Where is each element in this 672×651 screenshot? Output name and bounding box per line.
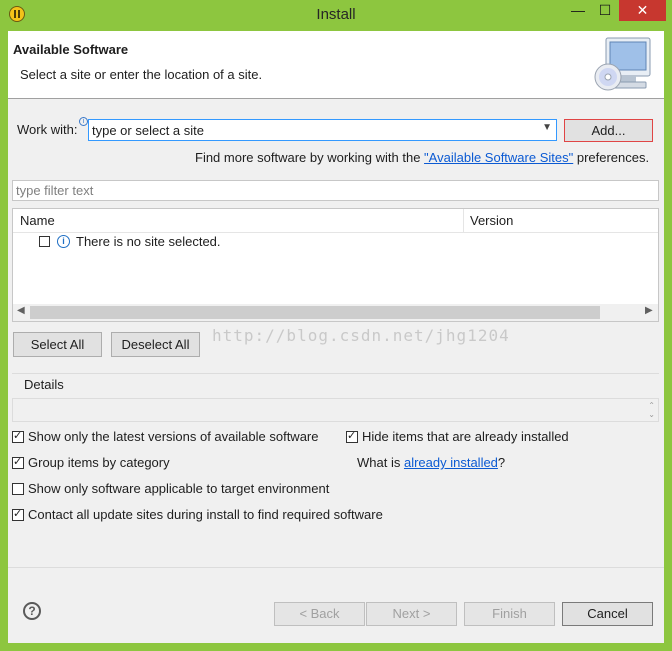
- work-with-label: Work with:: [17, 122, 78, 137]
- already-installed-link[interactable]: already installed: [404, 455, 498, 470]
- target-environment-checkbox[interactable]: [12, 483, 24, 495]
- details-textbox[interactable]: ⌃ ⌄: [12, 398, 659, 422]
- select-all-button[interactable]: Select All: [13, 332, 102, 357]
- what-is-installed-text: What is already installed?: [357, 455, 505, 470]
- install-cd-monitor-icon: [594, 37, 651, 91]
- back-button[interactable]: < Back: [274, 602, 365, 626]
- next-button[interactable]: Next >: [366, 602, 457, 626]
- work-with-combo[interactable]: type or select a site ▼: [88, 119, 557, 141]
- row-text: There is no site selected.: [76, 234, 221, 249]
- add-site-button[interactable]: Add...: [564, 119, 653, 142]
- contact-update-sites-label[interactable]: Contact all update sites during install …: [28, 507, 383, 522]
- target-environment-label[interactable]: Show only software applicable to target …: [28, 481, 329, 496]
- horizontal-scrollbar[interactable]: ◀ ▶: [13, 304, 658, 321]
- find-more-prefix: Find more software by working with the: [195, 150, 425, 165]
- hide-installed-checkbox[interactable]: [346, 429, 358, 443]
- what-is-suffix: ?: [497, 455, 506, 470]
- details-label: Details: [21, 377, 67, 392]
- minimize-button[interactable]: —: [565, 0, 591, 21]
- hide-installed-label[interactable]: Hide items that are already installed: [362, 429, 569, 444]
- cancel-button[interactable]: Cancel: [562, 602, 653, 626]
- scroll-right-icon[interactable]: ▶: [645, 305, 653, 316]
- footer-divider: [8, 567, 664, 568]
- table-header: Name Version: [13, 209, 658, 233]
- wizard-banner: Available Software Select a site or ente…: [8, 31, 664, 99]
- filter-placeholder: type filter text: [16, 183, 94, 198]
- chevron-up-icon[interactable]: ⌃: [648, 401, 655, 410]
- page-description: Select a site or enter the location of a…: [20, 67, 263, 82]
- maximize-button[interactable]: ☐: [592, 0, 618, 21]
- deselect-all-button[interactable]: Deselect All: [111, 332, 200, 357]
- page-title: Available Software: [13, 42, 129, 57]
- watermark: http://blog.csdn.net/jhg1204: [212, 326, 510, 345]
- details-scroll[interactable]: ⌃ ⌄: [648, 401, 655, 419]
- work-with-value[interactable]: type or select a site: [92, 123, 204, 138]
- help-icon[interactable]: ?: [23, 602, 41, 620]
- dialog-client-area: Available Software Select a site or ente…: [8, 31, 664, 643]
- scroll-left-icon[interactable]: ◀: [17, 305, 25, 316]
- row-checkbox[interactable]: [39, 236, 50, 247]
- group-by-category-checkbox[interactable]: [12, 455, 24, 469]
- install-window: Install — ☐ ✕ Available Software Select …: [0, 0, 672, 651]
- finish-button[interactable]: Finish: [464, 602, 555, 626]
- contact-update-sites-checkbox[interactable]: [12, 507, 24, 521]
- filter-input[interactable]: type filter text: [12, 180, 659, 201]
- find-more-text: Find more software by working with the "…: [195, 150, 649, 165]
- close-button[interactable]: ✕: [619, 0, 666, 21]
- chevron-down-icon[interactable]: ▼: [542, 122, 552, 133]
- info-icon: i: [57, 235, 70, 248]
- scrollbar-thumb[interactable]: [30, 306, 600, 319]
- find-more-suffix: preferences.: [573, 150, 650, 165]
- info-icon: i: [79, 117, 88, 126]
- latest-versions-label[interactable]: Show only the latest versions of availab…: [28, 429, 319, 444]
- column-header-name[interactable]: Name: [20, 213, 55, 228]
- available-software-sites-link[interactable]: "Available Software Sites": [424, 150, 573, 165]
- title-bar[interactable]: Install — ☐ ✕: [0, 0, 672, 30]
- what-is-prefix: What is: [357, 455, 404, 470]
- column-header-version[interactable]: Version: [470, 213, 513, 228]
- column-divider[interactable]: [463, 209, 464, 232]
- software-table: Name Version i There is no site selected…: [12, 208, 659, 322]
- latest-versions-checkbox[interactable]: [12, 429, 24, 443]
- details-group: Details ⌃ ⌄: [12, 373, 659, 422]
- group-by-category-label[interactable]: Group items by category: [28, 455, 170, 470]
- chevron-down-icon[interactable]: ⌄: [648, 410, 655, 419]
